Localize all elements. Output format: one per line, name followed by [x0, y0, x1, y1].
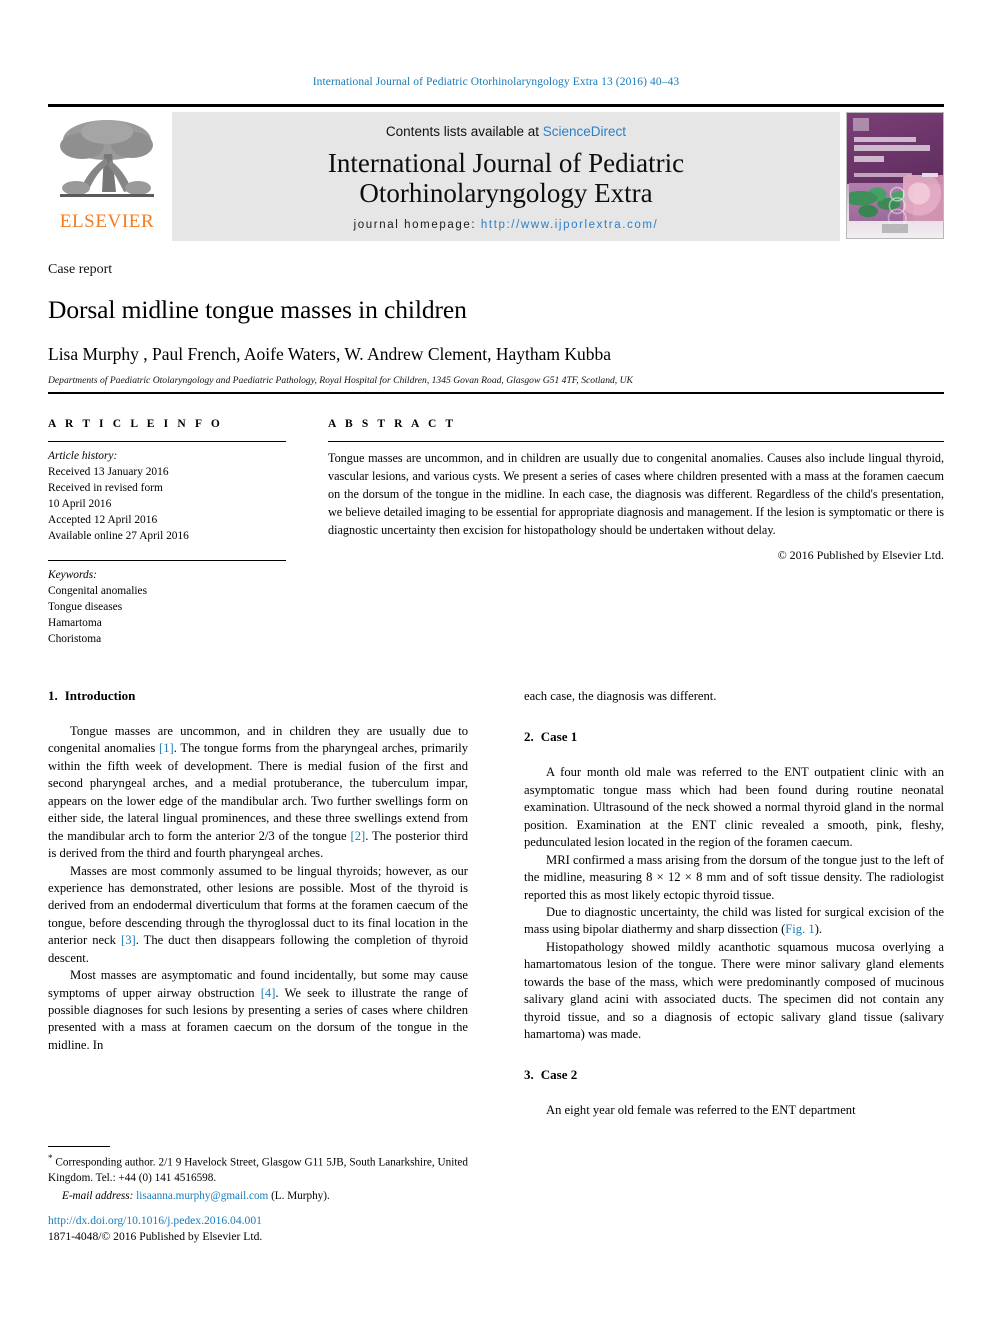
article-info-column: A R T I C L E I N F O Article history: R… — [48, 418, 286, 648]
elsevier-logo: ELSEVIER — [48, 112, 166, 241]
footnote-text: * Corresponding author. 2/1 9 Havelock S… — [48, 1152, 468, 1187]
footnote-email-line: E-mail address: lisaanna.murphy@gmail.co… — [48, 1189, 468, 1204]
keywords-divider — [48, 559, 286, 561]
keyword-item: Hamartoma — [48, 616, 102, 629]
cover-elsevier-mark-icon — [853, 118, 869, 131]
journal-title-line-1: International Journal of Pediatric — [327, 148, 685, 178]
journal-article-page: International Journal of Pediatric Otorh… — [0, 0, 992, 1323]
paragraph: MRI confirmed a mass arising from the do… — [524, 852, 944, 902]
citation-ref[interactable]: [2] — [351, 829, 366, 843]
keyword-item: Congenital anomalies — [48, 584, 148, 597]
paragraph-text: ). — [814, 922, 823, 937]
article-type-label: Case report — [48, 262, 113, 277]
paragraph: Most masses are asymptomatic and found i… — [48, 967, 468, 1054]
title-divider — [48, 392, 944, 394]
running-head: International Journal of Pediatric Otorh… — [312, 76, 680, 88]
doi-link[interactable]: http://dx.doi.org/10.1016/j.pedex.2016.0… — [48, 1213, 468, 1229]
info-abstract-row: A R T I C L E I N F O Article history: R… — [48, 418, 944, 648]
article-history: Article history: Received 13 January 201… — [48, 449, 286, 545]
keyword-item: Choristoma — [48, 632, 102, 645]
journal-title: International Journal of Pediatric Otorh… — [328, 148, 684, 208]
corresponding-author-footnote: * Corresponding author. 2/1 9 Havelock S… — [48, 1146, 468, 1204]
abstract-column: A B S T R A C T Tongue masses are uncomm… — [328, 418, 944, 648]
figure-ref[interactable]: Fig. 1 — [785, 922, 814, 936]
body-column-right: each case, the diagnosis was different. … — [524, 688, 944, 1120]
history-item: Accepted 12 April 2016 — [48, 513, 158, 526]
section-number: 2. — [524, 729, 534, 745]
keywords-label: Keywords: — [48, 568, 97, 581]
paragraph: Tongue masses are uncommon, and in child… — [48, 723, 468, 863]
footnote-rule — [48, 1146, 110, 1147]
contents-prefix: Contents lists available at — [385, 124, 540, 139]
author-list: Lisa Murphy , Paul French, Aoife Waters,… — [48, 344, 944, 365]
keyword-item: Tongue diseases — [48, 600, 123, 613]
page-title: Dorsal midline tongue masses in children — [48, 295, 467, 324]
section-heading-introduction: 1. Introduction — [48, 688, 468, 704]
paragraph-text: Due to diagnostic uncertainty, the child… — [524, 904, 944, 937]
paragraph: Masses are most commonly assumed to be l… — [48, 863, 468, 968]
abstract-text: Tongue masses are uncommon, and in child… — [328, 451, 944, 538]
section-title: Case 2 — [540, 1067, 578, 1083]
paragraph: Due to diagnostic uncertainty, the child… — [524, 904, 944, 939]
history-item: Received in revised form — [48, 481, 163, 494]
keywords-block: Keywords: Congenital anomalies Tongue di… — [48, 559, 286, 648]
section-number: 3. — [524, 1067, 534, 1083]
affiliation: Departments of Paediatric Otolaryngology… — [48, 375, 633, 386]
sciencedirect-link[interactable]: ScienceDirect — [543, 124, 626, 139]
article-history-label: Article history: — [48, 450, 118, 462]
history-item: Available online 27 April 2016 — [48, 529, 189, 542]
paragraph-text: . The tongue forms from the pharyngeal a… — [48, 741, 468, 843]
history-item: 10 April 2016 — [48, 497, 112, 510]
elsevier-wordmark: ELSEVIER — [59, 211, 155, 232]
cover-publisher-mark — [882, 224, 908, 233]
article-info-divider — [48, 441, 286, 442]
body-columns: 1. Introduction Tongue masses are uncommo… — [48, 688, 944, 1120]
body-column-left: 1. Introduction Tongue masses are uncommo… — [48, 688, 468, 1120]
paragraph-carryover: each case, the diagnosis was different. — [524, 689, 717, 703]
elsevier-tree-icon — [60, 120, 154, 197]
paragraph: An eight year old female was referred to… — [546, 1103, 856, 1118]
journal-cover-thumbnail — [846, 112, 944, 239]
citation-ref[interactable]: [1] — [159, 741, 174, 755]
journal-title-line-2: Otorhinolaryngology Extra — [359, 178, 653, 209]
journal-masthead: ELSEVIER Contents lists available at Sci… — [48, 104, 944, 241]
doi-block: http://dx.doi.org/10.1016/j.pedex.2016.0… — [48, 1213, 468, 1246]
issn-copyright-line: 1871-4048/© 2016 Published by Elsevier L… — [48, 1230, 263, 1244]
email-label: E-mail address: — [62, 1189, 134, 1202]
section-number: 1. — [48, 688, 58, 703]
citation-ref[interactable]: [4] — [261, 986, 276, 1000]
email-owner: (L. Murphy). — [271, 1189, 330, 1202]
author-names: Lisa Murphy , Paul French, Aoife Waters,… — [48, 344, 612, 364]
section-heading-case-1: 2. Case 1 — [524, 729, 944, 745]
section-title: Case 1 — [540, 729, 578, 745]
email-link[interactable]: lisaanna.murphy@gmail.com — [136, 1190, 268, 1202]
history-item: Received 13 January 2016 — [48, 465, 169, 478]
journal-homepage-line: journal homepage: http://www.ijporlextra… — [354, 219, 659, 231]
section-title: Introduction — [64, 688, 136, 703]
paragraph: Histopathology showed mildly acanthotic … — [524, 939, 944, 1041]
abstract-copyright: © 2016 Published by Elsevier Ltd. — [777, 548, 944, 563]
paragraph: A four month old male was referred to th… — [524, 765, 944, 850]
abstract-divider — [328, 441, 944, 442]
contents-available-line: Contents lists available at ScienceDirec… — [386, 124, 626, 139]
homepage-label: journal homepage: — [353, 219, 477, 232]
footnote-body: Corresponding author. 2/1 9 Havelock Str… — [48, 1156, 468, 1185]
citation-ref[interactable]: [3] — [121, 933, 136, 947]
abstract-heading: A B S T R A C T — [328, 418, 457, 430]
homepage-url-link[interactable]: http://www.ijporlextra.com/ — [481, 219, 658, 231]
article-info-heading: A R T I C L E I N F O — [48, 418, 223, 430]
journal-band: Contents lists available at ScienceDirec… — [172, 112, 840, 241]
article-title-block: Case report Dorsal midline tongue masses… — [48, 262, 944, 386]
section-heading-case-2: 3. Case 2 — [524, 1067, 944, 1083]
